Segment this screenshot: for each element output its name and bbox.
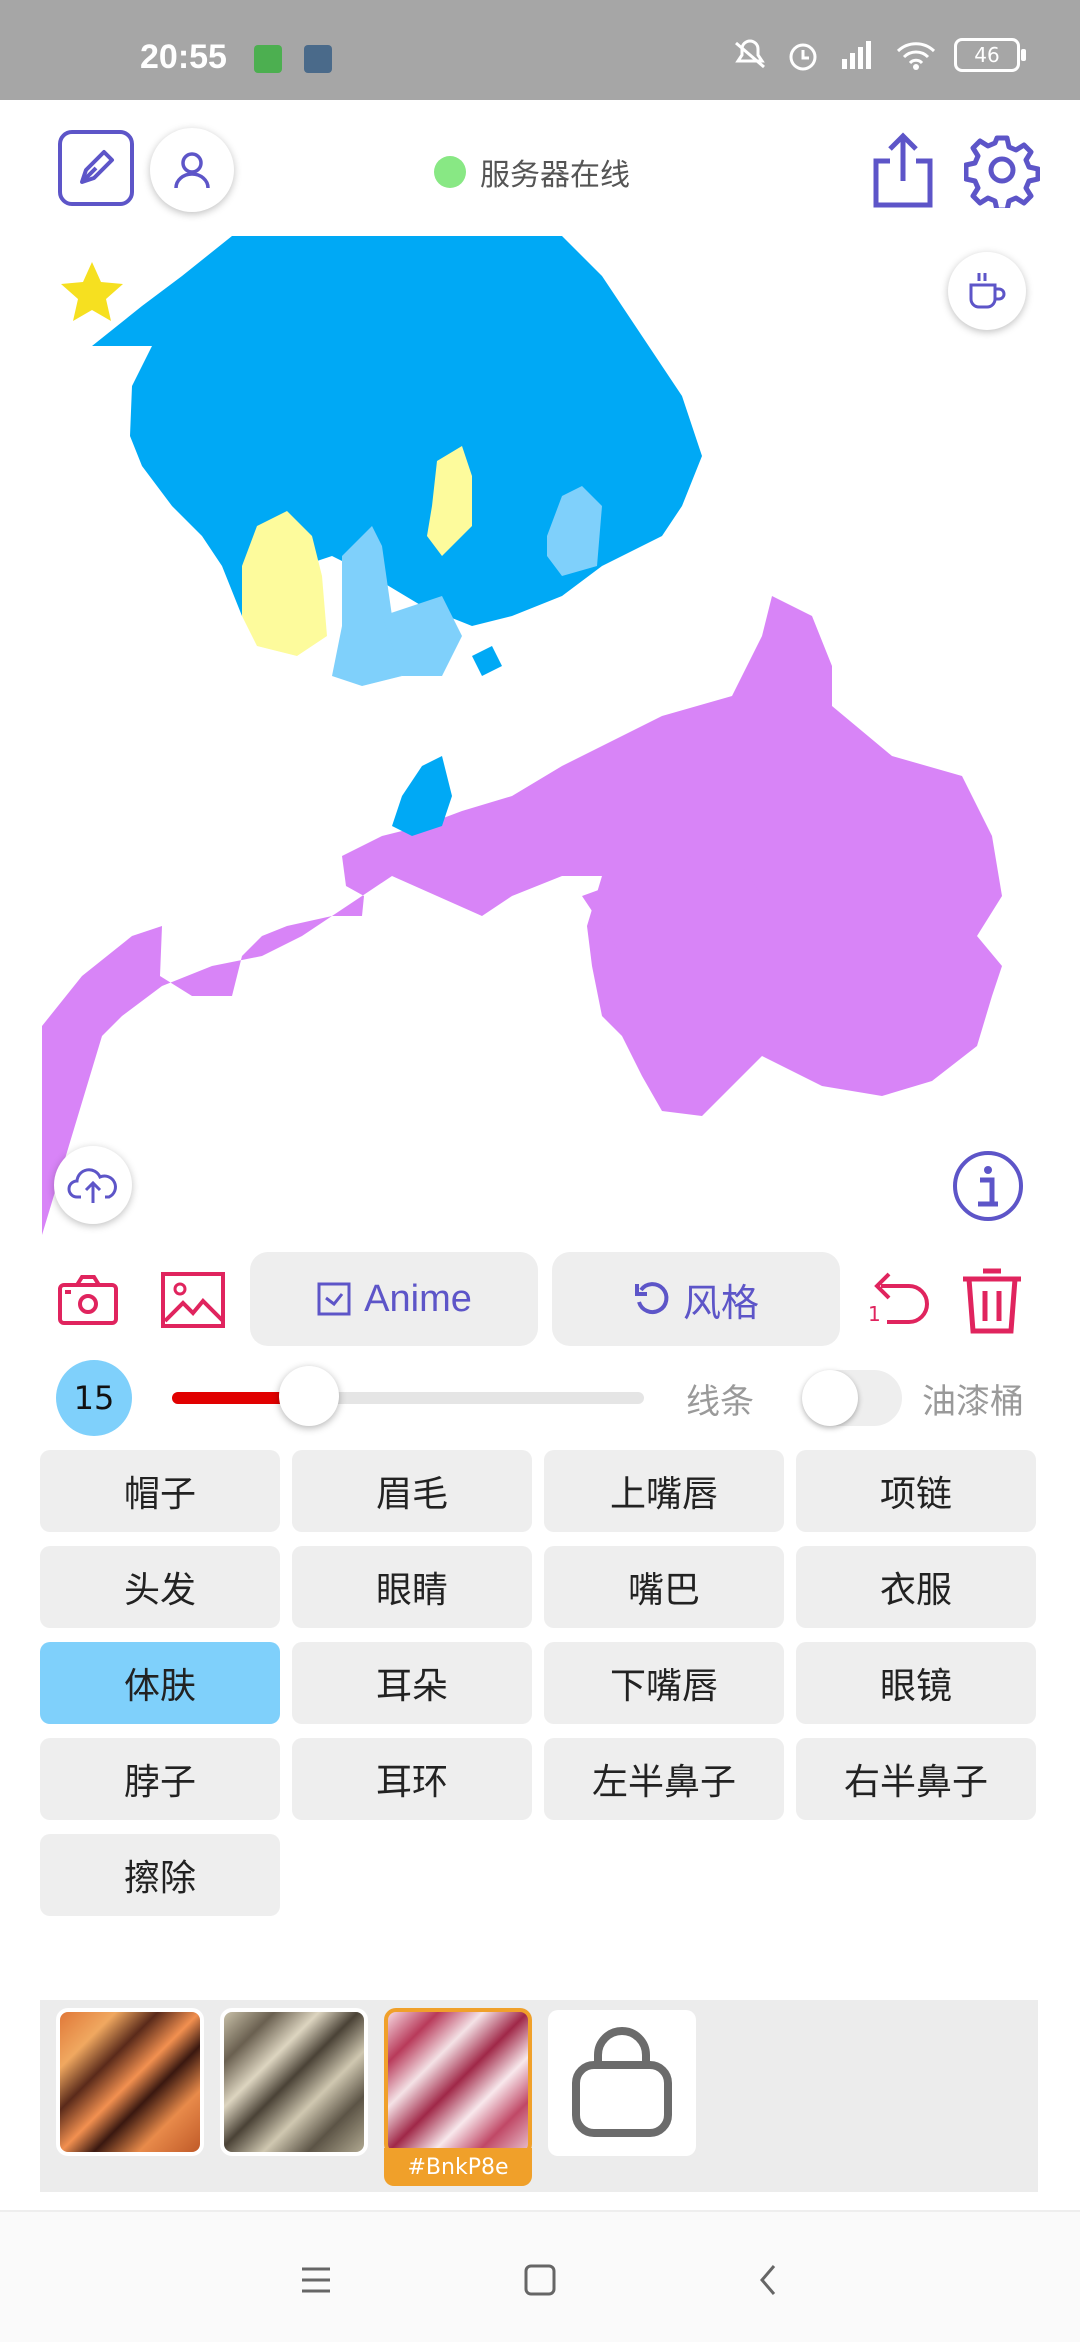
brush-size-badge: 15 bbox=[56, 1360, 132, 1436]
shopping-bag-icon bbox=[572, 2027, 672, 2137]
part-chip[interactable]: 脖子 bbox=[40, 1738, 280, 1820]
part-chip[interactable]: 衣服 bbox=[796, 1546, 1036, 1628]
undo-button[interactable] bbox=[862, 1255, 934, 1345]
image-icon bbox=[161, 1272, 225, 1328]
undo-count: 1 bbox=[868, 1302, 881, 1326]
upload-button[interactable] bbox=[54, 1146, 132, 1224]
wifi-icon bbox=[896, 42, 936, 70]
star-icon bbox=[61, 262, 123, 321]
brush-size-slider[interactable] bbox=[172, 1366, 644, 1426]
drawing-canvas[interactable] bbox=[42, 236, 1038, 1235]
line-label: 线条 bbox=[686, 1382, 754, 1422]
part-chip[interactable]: 眉毛 bbox=[292, 1450, 532, 1532]
part-chip[interactable]: 头发 bbox=[40, 1546, 280, 1628]
part-chip[interactable]: 上嘴唇 bbox=[544, 1450, 784, 1532]
user-button[interactable] bbox=[150, 128, 234, 212]
style-store-button[interactable] bbox=[548, 2010, 696, 2156]
style-tag: #BnkP8e bbox=[384, 2148, 532, 2186]
bucket-label: 油漆桶 bbox=[922, 1382, 1024, 1422]
coffee-icon bbox=[969, 273, 1006, 309]
pencil-icon bbox=[80, 150, 114, 184]
share-icon bbox=[873, 132, 933, 208]
alarm-icon bbox=[789, 43, 817, 71]
paint-bucket-toggle[interactable] bbox=[802, 1370, 902, 1426]
nav-back-button[interactable] bbox=[738, 2250, 798, 2310]
status-time: 20:55 bbox=[140, 38, 227, 76]
part-chip[interactable]: 体肤 bbox=[40, 1642, 280, 1724]
camera-icon bbox=[58, 1275, 118, 1325]
part-chip[interactable]: 左半鼻子 bbox=[544, 1738, 784, 1820]
settings-button[interactable] bbox=[962, 130, 1042, 210]
style-thumbnail-3[interactable] bbox=[384, 2008, 532, 2156]
trash-icon bbox=[963, 1268, 1021, 1334]
checkbox-icon bbox=[317, 1282, 351, 1316]
status-bar: 20:55 46 bbox=[0, 0, 1080, 100]
part-chip[interactable]: 帽子 bbox=[40, 1450, 280, 1532]
style-thumbnail-2[interactable] bbox=[220, 2008, 368, 2156]
anime-mode-button[interactable]: Anime bbox=[250, 1252, 538, 1346]
signal-icon bbox=[842, 41, 871, 69]
refresh-icon bbox=[634, 1282, 669, 1315]
favorite-button[interactable] bbox=[56, 256, 128, 328]
style-thumbnail-1[interactable] bbox=[56, 2008, 204, 2156]
server-status-dot bbox=[434, 156, 466, 188]
share-button[interactable] bbox=[868, 130, 938, 210]
style-button[interactable]: 风格 bbox=[552, 1252, 840, 1346]
part-chip[interactable]: 眼镜 bbox=[796, 1642, 1036, 1724]
part-chip[interactable]: 擦除 bbox=[40, 1834, 280, 1916]
part-chip[interactable]: 眼睛 bbox=[292, 1546, 532, 1628]
battery-indicator: 46 bbox=[954, 38, 1026, 72]
part-selector-grid: 帽子 眉毛 上嘴唇 项链头发 眼睛 嘴巴 衣服体肤 耳朵 下嘴唇 眼镜脖子 耳环 左半鼻子 右半鼻子擦除 bbox=[40, 1450, 1038, 1916]
user-icon bbox=[174, 152, 210, 189]
menu-icon bbox=[302, 2267, 330, 2293]
gallery-button[interactable] bbox=[158, 1255, 228, 1345]
camera-button[interactable] bbox=[56, 1255, 120, 1345]
toggle-knob bbox=[802, 1370, 858, 1426]
part-chip[interactable]: 耳朵 bbox=[292, 1642, 532, 1724]
coffee-button[interactable] bbox=[948, 252, 1026, 330]
part-chip[interactable]: 耳环 bbox=[292, 1738, 532, 1820]
gear-icon bbox=[964, 135, 1040, 208]
segmentation-drawing bbox=[42, 236, 1002, 1235]
nav-home-button[interactable] bbox=[510, 2250, 570, 2310]
server-status: 服务器在线 bbox=[434, 150, 630, 194]
nav-menu-button[interactable] bbox=[286, 2250, 346, 2310]
part-chip[interactable]: 嘴巴 bbox=[544, 1546, 784, 1628]
notification-settings-icon bbox=[304, 45, 332, 73]
notification-app-icon bbox=[254, 45, 282, 73]
server-status-label: 服务器在线 bbox=[480, 158, 630, 193]
cloud-upload-icon bbox=[67, 1168, 117, 1203]
anime-label: Anime bbox=[364, 1277, 472, 1320]
part-chip[interactable]: 下嘴唇 bbox=[544, 1642, 784, 1724]
info-button[interactable] bbox=[952, 1150, 1024, 1222]
part-chip[interactable]: 右半鼻子 bbox=[796, 1738, 1036, 1820]
home-square-icon bbox=[524, 2264, 556, 2296]
style-label: 风格 bbox=[682, 1282, 759, 1325]
back-chevron-icon bbox=[760, 2265, 776, 2295]
edit-button[interactable] bbox=[58, 130, 134, 206]
mute-icon bbox=[735, 39, 765, 69]
slider-thumb[interactable] bbox=[278, 1366, 339, 1426]
delete-button[interactable] bbox=[956, 1255, 1028, 1345]
info-icon bbox=[953, 1151, 1023, 1221]
part-chip[interactable]: 项链 bbox=[796, 1450, 1036, 1532]
